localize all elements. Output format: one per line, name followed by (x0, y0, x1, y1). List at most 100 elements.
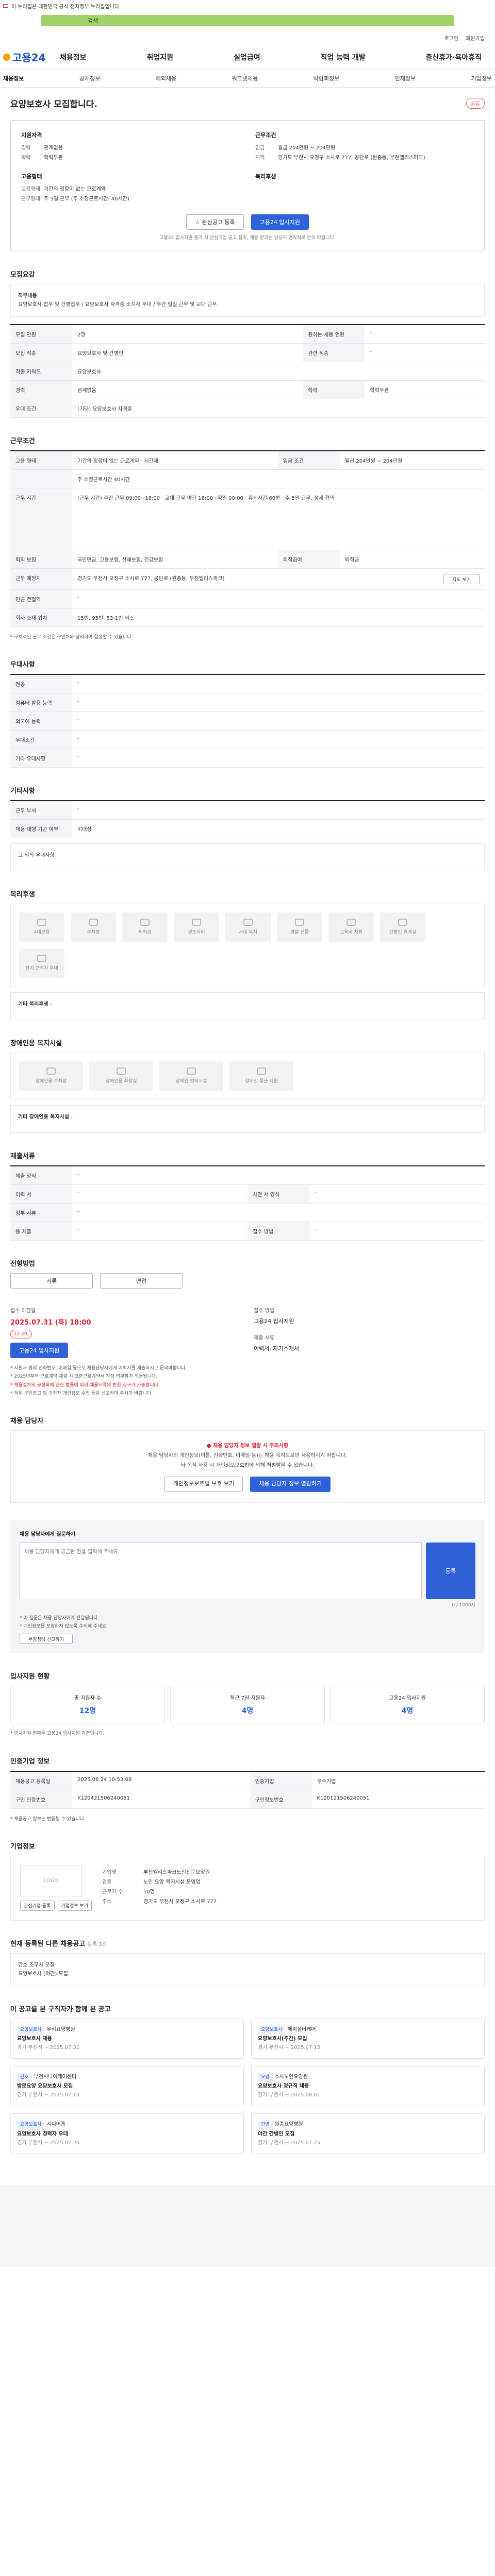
td: 국민연금, 고용보험, 산재보험, 건강보험 (72, 550, 278, 569)
disabled-item: 장애인용 화장실 (89, 1061, 153, 1092)
th: 채용 대행 기관 여부 (10, 819, 72, 839)
job-date: ~ 2025.07.10 (44, 2092, 80, 2098)
scrap-button[interactable]: ☆ 관심공고 등록 (186, 214, 244, 230)
bullet-item: * 지원자 명의 전화번호, 이메일 등으로 채용담당자에게 이력서를 제출하시… (10, 1366, 187, 1371)
wheelchair-icon (187, 1067, 196, 1075)
apply-button-2[interactable]: 고용24 입사지원 (10, 1343, 69, 1359)
table-row: 제출 양식 - (10, 1166, 485, 1185)
job-title: 요양보호사 경력자 우대 (17, 2131, 68, 2137)
etc-table: 근무 부서 - 채용 대행 기관 여부 미대상 (10, 800, 485, 839)
td: 미대상 (72, 819, 485, 839)
subnav-item-public[interactable]: 공채정보 (79, 74, 100, 82)
benefit-icon (37, 918, 46, 926)
apply-method-block: 접수 방법 고용24 입사지원 제출 서류 이력서, 자기소개서 (254, 1306, 485, 1358)
th: 전공 (10, 674, 72, 694)
gnb-item-employment-support[interactable]: 취업지원 (147, 52, 174, 62)
inquiry-textarea[interactable] (20, 1542, 422, 1599)
job-location: 경기 부천시 (258, 2140, 284, 2146)
benefit-icon (192, 918, 201, 926)
inquiry-notes: * 이 질문은 채용 담당자에게 전달됩니다. * 개인정보를 포함하지 않도록… (20, 1614, 475, 1631)
subnav-item-company[interactable]: 기업정보 (471, 74, 492, 82)
gnb-item-leave[interactable]: 출산휴가·육아휴직 (426, 52, 482, 62)
gnb-item-training[interactable]: 직업 능력 개발 (321, 52, 366, 62)
job-location: 경기 부천시 (17, 2092, 43, 2098)
share-button[interactable]: 공유 (466, 98, 485, 109)
inquiry-box: 채용 담당자에게 질문하기 등록 0 / 1000자 * 이 질문은 채용 담당… (10, 1520, 485, 1654)
view-contact-button[interactable]: 채용 담당자 정보 열람하기 (250, 1476, 331, 1492)
interest-company-button[interactable]: 관심기업 등록 (20, 1900, 55, 1911)
report-button[interactable]: 부정청탁 신고하기 (20, 1634, 73, 1645)
subnav-item-overseas[interactable]: 해외채용 (156, 74, 176, 82)
apply-button[interactable]: 고용24 입사지원 (251, 214, 309, 230)
benefit-item: 4대보험 (19, 912, 64, 943)
inquiry-title: 채용 담당자에게 질문하기 (20, 1531, 76, 1537)
subnav-item-talent[interactable]: 인재정보 (395, 74, 416, 82)
subnav-item-jobs[interactable]: 채용정보 (3, 74, 24, 82)
list-item[interactable]: 간호 조무사 모집 (18, 1961, 477, 1970)
site-logo[interactable]: 고용24 (3, 49, 55, 64)
gnb-item-unemployment[interactable]: 실업급여 (234, 52, 260, 62)
td: - (72, 749, 485, 768)
company-info-button[interactable]: 기업정보 보기 (57, 1900, 92, 1911)
th: 구인 인증번호 (10, 1790, 72, 1809)
th: 직종 키워드 (10, 362, 72, 381)
th: 채용공고 등록일 (10, 1771, 72, 1790)
company-section: 기업정보 LOGO 관심기업 등록 기업정보 보기 기업명 부천엘리스파크노인전문… (10, 1841, 485, 1921)
job-card[interactable]: 요양 소사노인요양원 요양보호사 정규직 채용 경기 부천시 ~ 2025.08.01 (251, 2065, 485, 2107)
job-desc-text: 요양보호사 업무 및 간병업무 / 요양보호사 자격증 소지자 우대 / 주간 … (18, 302, 217, 308)
td: - (72, 693, 485, 713)
job-date: ~ 2025.07.15 (285, 2044, 321, 2050)
table-row: 채용 대행 기관 여부 미대상 (10, 819, 485, 839)
banner-bar[interactable]: 검색 (41, 15, 454, 26)
docs-section: 제출서류 제출 양식 - 이력 서 - 사전 서 양식 - 첨부 서류 - 응 제출 - 접수… (10, 1150, 485, 1241)
process-step: 면접 (100, 1273, 183, 1289)
stat-value: 4명 (241, 1707, 254, 1716)
benefit-icons: 4대보험 주차장 퇴직금 경조사비 사내 복지 명절 선물 교육비 지원 간병인… (11, 904, 484, 987)
gov-notice-text: 이 누리집은 대한민국 공식 전자정부 누리집입니다. (11, 4, 121, 10)
work-section: 근무조건 고용 형태 기간의 정함이 없는 근로계약 · 시간제 임금 조건 월급 2… (10, 435, 485, 641)
th: 인근 전철역 (10, 589, 72, 608)
overview-panel: 지원자격 경력 관계없음 학력 학력무관 근무조건 임금 월급 204만원 ~ 204… (10, 120, 485, 251)
kv-value: 관계없음 (44, 145, 63, 151)
job-card[interactable]: 요양보호사 시니어홈 요양보호사 경력자 우대 경기 부천시 ~ 2025.07.20 (10, 2113, 244, 2154)
signup-link[interactable]: 회원가입 (466, 34, 485, 42)
job-card[interactable]: 간호 부천시니어케어센터 방문요양 요양보호사 모집 경기 부천시 ~ 2025.07… (10, 2065, 244, 2107)
th: 외국어 능력 (10, 711, 72, 731)
benefit-item: 경조사비 (174, 912, 219, 943)
kv-key: 고용형태 (21, 187, 40, 192)
page: 이 누리집은 대한민국 공식 전자정부 누리집입니다. 검색 로그인 회원가입 … (0, 0, 495, 2267)
privacy-law-button[interactable]: 개인정보보호법 보호 보기 (164, 1476, 243, 1492)
job-card[interactable]: 간병 원종요양병원 야간 간병인 모집 경기 부천시 ~ 2025.07.25 (251, 2113, 485, 2154)
kv-key: 주소 (102, 1899, 112, 1905)
job-card[interactable]: 요양보호사 해피실버케어 요양보호사(주간) 모집 경기 부천시 ~ 2025.07.… (251, 2018, 485, 2059)
table-row: 인근 전철역 - (10, 589, 485, 608)
benefit-label: 주차장 (87, 929, 100, 935)
subnav-item-worknet[interactable]: 워크넷채용 (232, 74, 258, 82)
overview-conditions: 근무조건 임금 월급 204만원 ~ 204만원 지역 경기도 부천시 오정구 소사… (255, 131, 474, 163)
job-company: 시니어홈 (46, 2122, 66, 2128)
kv-value: 학력무관 (44, 155, 63, 161)
kv-key: 근무형태 (21, 196, 40, 202)
th: 모집 직종 (10, 343, 72, 362)
login-link[interactable]: 로그인 (444, 34, 459, 42)
inquiry-send-button[interactable]: 등록 (426, 1542, 475, 1599)
disabled-label: 장애인용 주차장 (35, 1078, 67, 1084)
subnav-item-fair[interactable]: 박람회정보 (314, 74, 340, 82)
benefit-label: 명절 선물 (290, 929, 309, 935)
disabled-etc-box: 기타 장애인용 복지시설 - (10, 1105, 485, 1133)
benefit-item: 장기 근속자 우대 (19, 948, 64, 979)
list-item[interactable]: 요양보호사 (야간) 모집 (18, 1970, 477, 1978)
section-title: 전형방법 (10, 1260, 35, 1268)
td: - (72, 589, 485, 608)
benefit-icon (398, 918, 407, 926)
job-card[interactable]: 요양보호사 우리요양병원 요양보호사 채용 경기 부천시 ~ 2025.07.31 (10, 2018, 244, 2059)
map-button[interactable]: 지도 보기 (443, 574, 480, 584)
utility-nav: 로그인 회원가입 (0, 30, 495, 45)
deadline-badge: D-39 (10, 1330, 32, 1339)
benefit-item: 교육비 지원 (328, 912, 374, 943)
th: 원하는 채용 인원 (303, 325, 365, 344)
td: - (365, 325, 485, 344)
table-row: 구인 인증번호 K120421506240051 구인정보번호 K1201215062… (10, 1790, 485, 1809)
gnb-item-jobs[interactable]: 채용정보 (60, 52, 87, 62)
section-title: 근무조건 (10, 437, 35, 445)
